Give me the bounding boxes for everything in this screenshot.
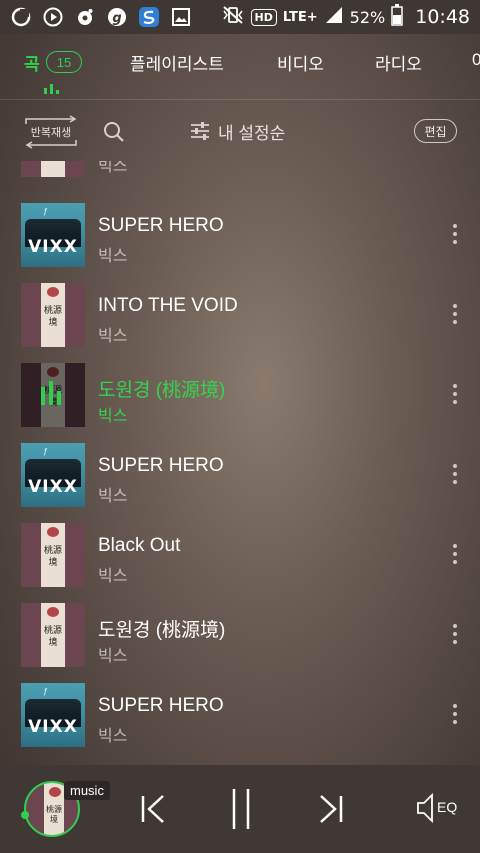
more-options-icon[interactable] bbox=[452, 704, 458, 728]
song-title: SUPER HERO bbox=[98, 695, 224, 716]
song-row[interactable]: ƒ VIXX SUPER HERO 빅스 bbox=[0, 436, 480, 516]
song-row[interactable]: 桃源境 Black Out 빅스 bbox=[0, 516, 480, 596]
song-artist: 빅스 bbox=[98, 248, 128, 265]
gallery-icon bbox=[170, 6, 192, 28]
tab-playlists[interactable]: 플레이리스트 bbox=[130, 50, 224, 75]
s-logo-icon bbox=[138, 6, 160, 28]
list-toolbar: 반복재생 내 설정순 편집 bbox=[0, 101, 480, 161]
cover-kanji: 桃源境 bbox=[43, 626, 62, 648]
song-title: SUPER HERO bbox=[98, 455, 224, 476]
cover-title: VIXX bbox=[28, 717, 78, 737]
play-circle-icon bbox=[42, 6, 64, 28]
song-row[interactable]: 桃源境 도원경 (桃源境) 빅스 bbox=[0, 596, 480, 676]
cover-kanji: 桃源境 bbox=[43, 546, 62, 568]
signal-icon bbox=[324, 6, 344, 28]
sort-button[interactable]: 내 설정순 bbox=[190, 118, 285, 144]
album-cover: 桃源境 bbox=[21, 283, 85, 347]
playing-bars-icon bbox=[43, 81, 61, 99]
album-cover: ƒ VIXX bbox=[21, 443, 85, 507]
network-type: LTE+ bbox=[282, 9, 318, 25]
svg-text:g: g bbox=[112, 11, 121, 26]
album-cover: 桃源境 bbox=[21, 161, 85, 177]
equalizer-button[interactable]: EQ bbox=[416, 792, 458, 829]
song-row[interactable]: ƒ VIXX SUPER HERO 빅스 bbox=[0, 196, 480, 276]
now-playing-indicator bbox=[21, 363, 85, 427]
next-button[interactable] bbox=[318, 794, 344, 829]
hd-badge: HD bbox=[250, 8, 277, 26]
song-title: SUPER HERO bbox=[98, 215, 224, 236]
source-label: music bbox=[64, 781, 110, 800]
cover-emblem bbox=[47, 527, 59, 537]
search-icon[interactable] bbox=[102, 120, 126, 144]
album-cover: ƒ VIXX bbox=[21, 203, 85, 267]
song-title: 도원경 (桃源境) bbox=[98, 380, 226, 401]
song-list: 桃源境 빅스 ƒ VIXX SUPER HERO 빅스 桃源境 INTO THE VOID 빅스… bbox=[0, 161, 480, 765]
progress-dot[interactable] bbox=[21, 811, 29, 819]
album-cover: 桃源境 bbox=[21, 523, 85, 587]
song-count-badge: 15 bbox=[46, 51, 82, 73]
cover-logo-text: ƒ bbox=[43, 207, 48, 216]
edit-button[interactable]: 편집 bbox=[414, 119, 457, 143]
tab-radio[interactable]: 라디오 bbox=[375, 50, 422, 75]
song-row[interactable]: 桃源境 INTO THE VOID 빅스 bbox=[0, 276, 480, 356]
song-artist: 빅스 bbox=[98, 408, 128, 425]
song-artist: 빅스 bbox=[98, 568, 128, 585]
cover-logo-text: ƒ bbox=[43, 447, 48, 456]
more-options-icon[interactable] bbox=[452, 224, 458, 248]
tab-bar: 곡 15 플레이리스트 비디오 라디오 0 bbox=[0, 34, 480, 100]
eq-label: EQ bbox=[437, 799, 458, 815]
song-row[interactable]: 桃源境도원경 (桃源境)빅스 bbox=[0, 356, 480, 436]
song-title: INTO THE VOID bbox=[98, 295, 238, 316]
cover-title: VIXX bbox=[28, 237, 78, 257]
playing-bars-icon bbox=[41, 381, 61, 405]
status-bar: g HD LTE+ 52% 10:48 bbox=[0, 0, 480, 34]
battery-icon bbox=[391, 4, 403, 30]
g-logo-icon: g bbox=[106, 6, 128, 28]
g-circle-icon bbox=[10, 6, 32, 28]
record-icon bbox=[74, 6, 96, 28]
next-icon bbox=[320, 795, 343, 823]
previous-icon bbox=[141, 795, 164, 823]
song-artist: 빅스 bbox=[98, 728, 128, 745]
mute-vibrate-icon bbox=[221, 6, 245, 28]
previous-button[interactable] bbox=[140, 794, 166, 829]
tab-more[interactable]: 0 bbox=[472, 50, 480, 70]
mini-player: 桃源境 music EQ bbox=[0, 765, 480, 853]
more-options-icon[interactable] bbox=[452, 544, 458, 568]
clock: 10:48 bbox=[415, 6, 470, 28]
repeat-button[interactable]: 반복재생 bbox=[22, 115, 80, 149]
sort-label: 내 설정순 bbox=[218, 123, 286, 143]
more-options-icon[interactable] bbox=[452, 624, 458, 648]
song-artist: 빅스 bbox=[98, 488, 128, 505]
song-title: 도원경 (桃源境) bbox=[98, 620, 226, 641]
song-row[interactable]: ƒ VIXX SUPER HERO 빅스 bbox=[0, 676, 480, 756]
cover-logo-text: ƒ bbox=[43, 687, 48, 696]
song-artist: 빅스 bbox=[98, 648, 128, 665]
cover-title: VIXX bbox=[28, 477, 78, 497]
repeat-label: 반복재생 bbox=[30, 127, 72, 139]
cover-kanji: 桃源境 bbox=[43, 306, 62, 328]
cover-strip bbox=[41, 161, 65, 177]
song-row[interactable]: 桃源境 빅스 bbox=[0, 161, 480, 186]
song-artist: 빅스 bbox=[98, 161, 128, 175]
song-artist: 빅스 bbox=[98, 328, 128, 345]
more-options-icon[interactable] bbox=[452, 304, 458, 328]
tab-songs[interactable]: 곡 bbox=[24, 50, 40, 75]
more-options-icon[interactable] bbox=[452, 384, 458, 408]
battery-percent: 52% bbox=[349, 7, 386, 27]
album-cover: ƒ VIXX bbox=[21, 683, 85, 747]
sliders-icon bbox=[191, 122, 209, 140]
pause-icon bbox=[232, 789, 250, 829]
cover-emblem bbox=[47, 607, 59, 617]
album-cover: 桃源境 bbox=[21, 603, 85, 667]
song-title: Black Out bbox=[98, 535, 181, 556]
pause-button[interactable] bbox=[230, 787, 252, 836]
more-options-icon[interactable] bbox=[452, 464, 458, 488]
tab-video[interactable]: 비디오 bbox=[277, 50, 324, 75]
cover-emblem bbox=[47, 287, 59, 297]
